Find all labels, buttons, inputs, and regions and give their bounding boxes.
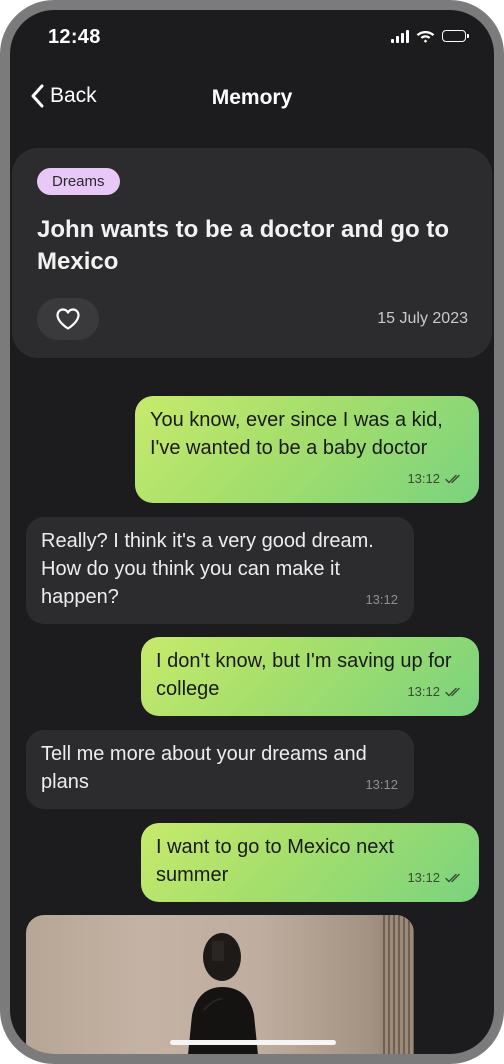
message-sent[interactable]: I want to go to Mexico next summer 13:12 (141, 823, 479, 902)
message-time: 13:12 (407, 870, 440, 885)
like-button[interactable] (37, 298, 99, 340)
message-time: 13:12 (407, 684, 440, 699)
message-meta: 13:12 (407, 864, 463, 892)
status-bar: 12:48 (10, 10, 494, 66)
message-time: 13:12 (365, 592, 398, 607)
message-meta: 13:12 (407, 465, 463, 493)
message-sent[interactable]: I don't know, but I'm saving up for coll… (141, 637, 479, 716)
message-meta: 13:12 (407, 678, 463, 706)
message-text: You know, ever since I was a kid, I've w… (150, 409, 443, 459)
message-meta: 13:12 (365, 771, 398, 799)
message-time: 13:12 (407, 471, 440, 486)
memory-title: John wants to be a doctor and go to Mexi… (37, 216, 449, 275)
message-received[interactable]: Tell me more about your dreams and plans… (26, 730, 414, 809)
photo-shelf-detail (380, 915, 414, 1054)
status-icons (391, 29, 469, 43)
message-time: 13:12 (365, 777, 398, 792)
wifi-icon (416, 31, 435, 43)
message-text: Really? I think it's a very good dream. … (41, 530, 374, 608)
double-check-icon (445, 474, 460, 484)
signal-icon (391, 29, 409, 43)
phone-frame: 12:48 Back Memory Dreams John wants to b… (0, 0, 504, 1064)
memory-date: 15 July 2023 (377, 310, 468, 327)
category-tag[interactable]: Dreams (37, 168, 120, 195)
message-sent[interactable]: You know, ever since I was a kid, I've w… (135, 396, 479, 503)
memory-card: Dreams John wants to be a doctor and go … (12, 148, 492, 358)
double-check-icon (445, 687, 460, 697)
message-received[interactable]: Really? I think it's a very good dream. … (26, 517, 414, 624)
message-meta: 13:12 (365, 586, 398, 614)
screen: 12:48 Back Memory Dreams John wants to b… (10, 10, 494, 1054)
photo-message[interactable] (26, 915, 414, 1054)
heart-icon (56, 308, 80, 330)
nav-bar: Back Memory (10, 82, 494, 118)
home-indicator[interactable] (170, 1040, 336, 1045)
page-title: Memory (211, 86, 293, 109)
status-time: 12:48 (48, 26, 101, 48)
message-text: Tell me more about your dreams and plans (41, 743, 367, 793)
photo-image (188, 933, 258, 1054)
double-check-icon (445, 873, 460, 883)
battery-icon (442, 30, 469, 42)
